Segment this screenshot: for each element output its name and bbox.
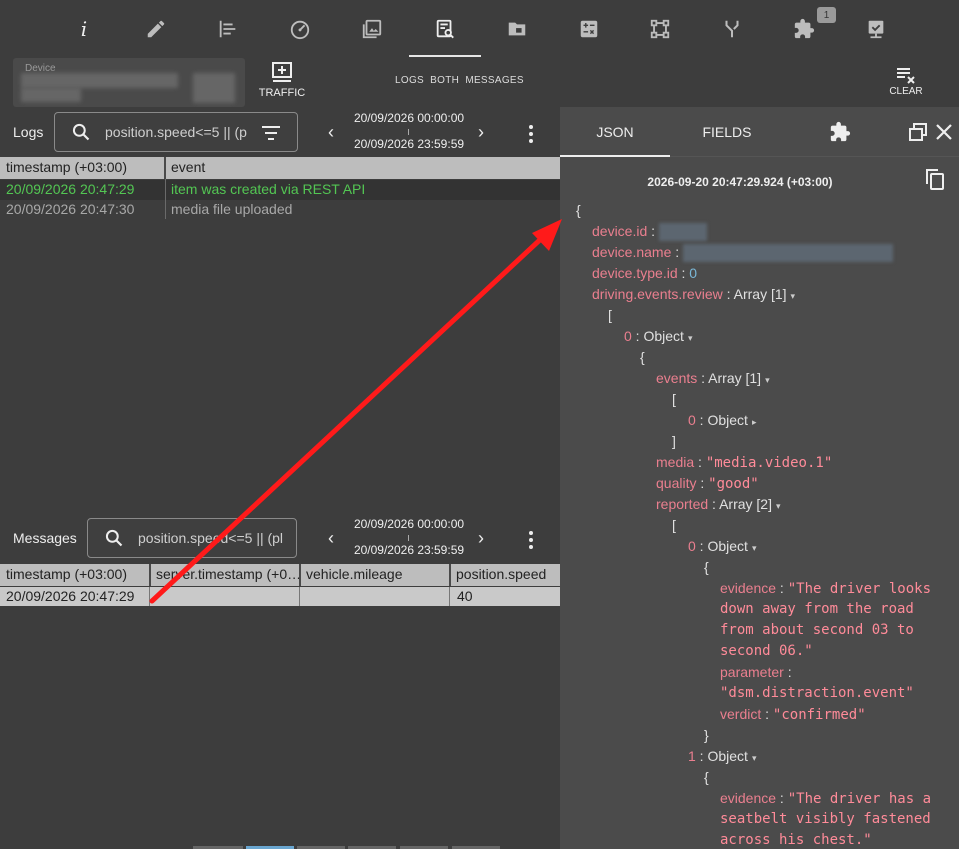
- app-root: i 1 Device TRAFFIC LOGS BOTH MESSAGES CL…: [0, 0, 959, 849]
- annotation-arrow: [149, 219, 562, 604]
